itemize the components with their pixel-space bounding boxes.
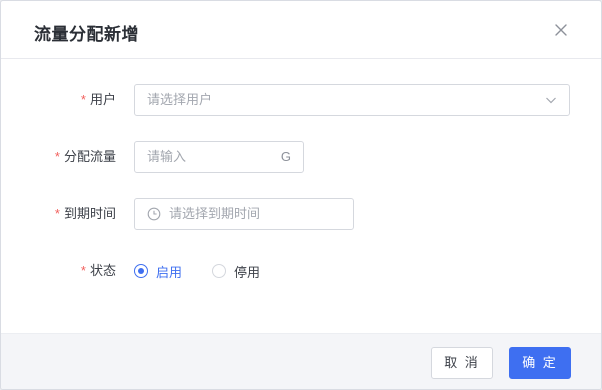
user-label-text: 用户 [89,92,116,107]
chevron-down-icon [546,97,556,104]
expire-label: * 到期时间 [55,198,116,230]
traffic-label-text: 分配流量 [63,149,116,164]
required-mark: * [80,263,86,278]
status-label-text: 状态 [89,263,116,278]
dialog-title: 流量分配新增 [34,25,139,44]
form-row-traffic: * 分配流量 请输入 G [1,141,601,173]
dialog-header: 流量分配新增 [1,1,601,59]
expire-date-placeholder: 请选择到期时间 [169,206,261,221]
traffic-input[interactable]: 请输入 G [134,141,304,173]
traffic-label: * 分配流量 [55,141,116,173]
required-mark: * [54,206,60,221]
user-label: * 用户 [81,84,116,116]
form-row-status: * 状态 启用 停用 [1,255,601,287]
required-mark: * [54,149,60,164]
radio-enabled-label: 启用 [156,264,183,280]
radio-disabled[interactable]: 停用 [212,262,260,281]
radio-disabled-label: 停用 [234,264,261,280]
radio-enabled-circle[interactable] [134,264,148,278]
expire-date-picker[interactable]: 请选择到期时间 [134,198,354,230]
user-select-placeholder: 请选择用户 [147,92,213,107]
status-label: * 状态 [81,255,116,287]
form-row-user: * 用户 请选择用户 [1,84,601,116]
status-radio-group: 启用 停用 [134,255,290,287]
clock-icon [147,207,161,221]
close-icon[interactable] [553,22,569,38]
radio-enabled[interactable]: 启用 [134,262,182,281]
cancel-button[interactable]: 取 消 [431,347,493,379]
required-mark: * [80,92,86,107]
expire-label-text: 到期时间 [63,206,116,221]
dialog-footer: 取 消 确 定 [1,333,601,389]
user-select[interactable]: 请选择用户 [134,84,570,116]
dialog: 流量分配新增 * 用户 请选择用户 * 分配流量 请输入 G * 到期时间 请选… [0,0,602,390]
radio-disabled-circle[interactable] [212,264,227,278]
confirm-button[interactable]: 确 定 [509,347,571,379]
traffic-unit-suffix: G [280,149,291,164]
form-row-expire: * 到期时间 请选择到期时间 [1,198,601,230]
traffic-input-placeholder: 请输入 [147,149,187,164]
